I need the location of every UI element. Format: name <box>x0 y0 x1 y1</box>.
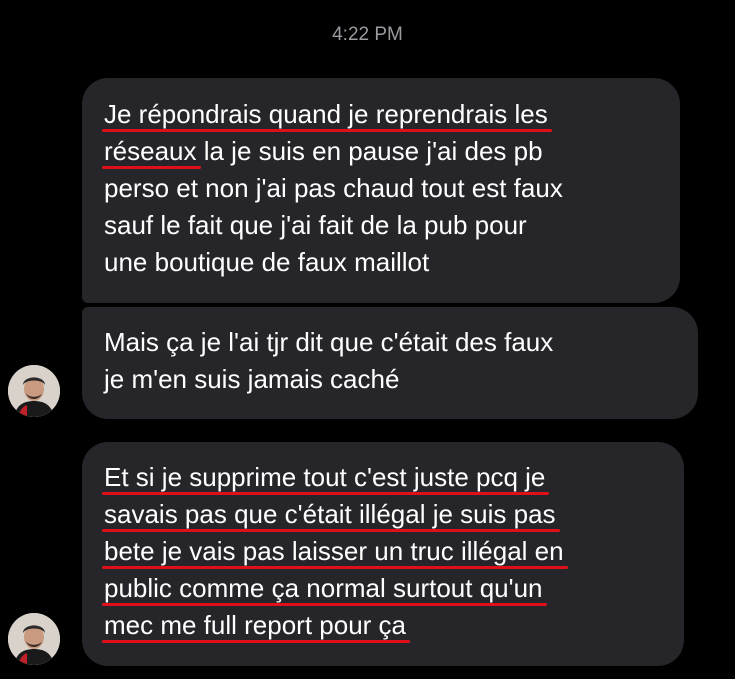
message-timestamp: 4:22 PM <box>332 24 403 45</box>
message-line-rest: la je suis en pause j'ai des pb <box>196 136 543 166</box>
sender-avatar[interactable] <box>8 365 60 417</box>
message-bubble[interactable]: Mais ça je l'ai tjr dit que c'était des … <box>82 307 698 419</box>
message-bubble[interactable]: Et si je supprime tout c'est juste pcq j… <box>82 442 684 666</box>
message-line: mec me full report pour ça <box>101 607 411 644</box>
message-line: perso et non j'ai pas chaud tout est fau… <box>104 173 563 203</box>
message-line: sauf le fait que j'ai fait de la pub pou… <box>104 210 527 240</box>
message-line: bete je vais pas laisser un truc illégal… <box>102 533 568 570</box>
message-line: réseaux la je suis en pause j'ai des pb <box>102 133 660 170</box>
message-line: Mais ça je l'ai tjr dit que c'était des … <box>104 327 554 357</box>
underlined-word: réseaux <box>102 133 200 170</box>
message-line: public comme ça normal surtout qu'un <box>102 570 547 607</box>
message-line: Je répondrais quand je reprendrais les <box>102 96 552 133</box>
avatar-photo-icon <box>8 613 60 665</box>
message-line: une boutique de faux maillot <box>104 247 430 277</box>
message-line: je m'en suis jamais caché <box>104 364 400 394</box>
message-line: Et si je supprime tout c'est juste pcq j… <box>101 459 550 496</box>
message-bubble[interactable]: Je répondrais quand je reprendrais les r… <box>82 78 680 303</box>
sender-avatar[interactable] <box>8 613 60 665</box>
message-line: savais pas que c'était illégal je suis p… <box>102 496 560 533</box>
avatar-photo-icon <box>8 365 60 417</box>
